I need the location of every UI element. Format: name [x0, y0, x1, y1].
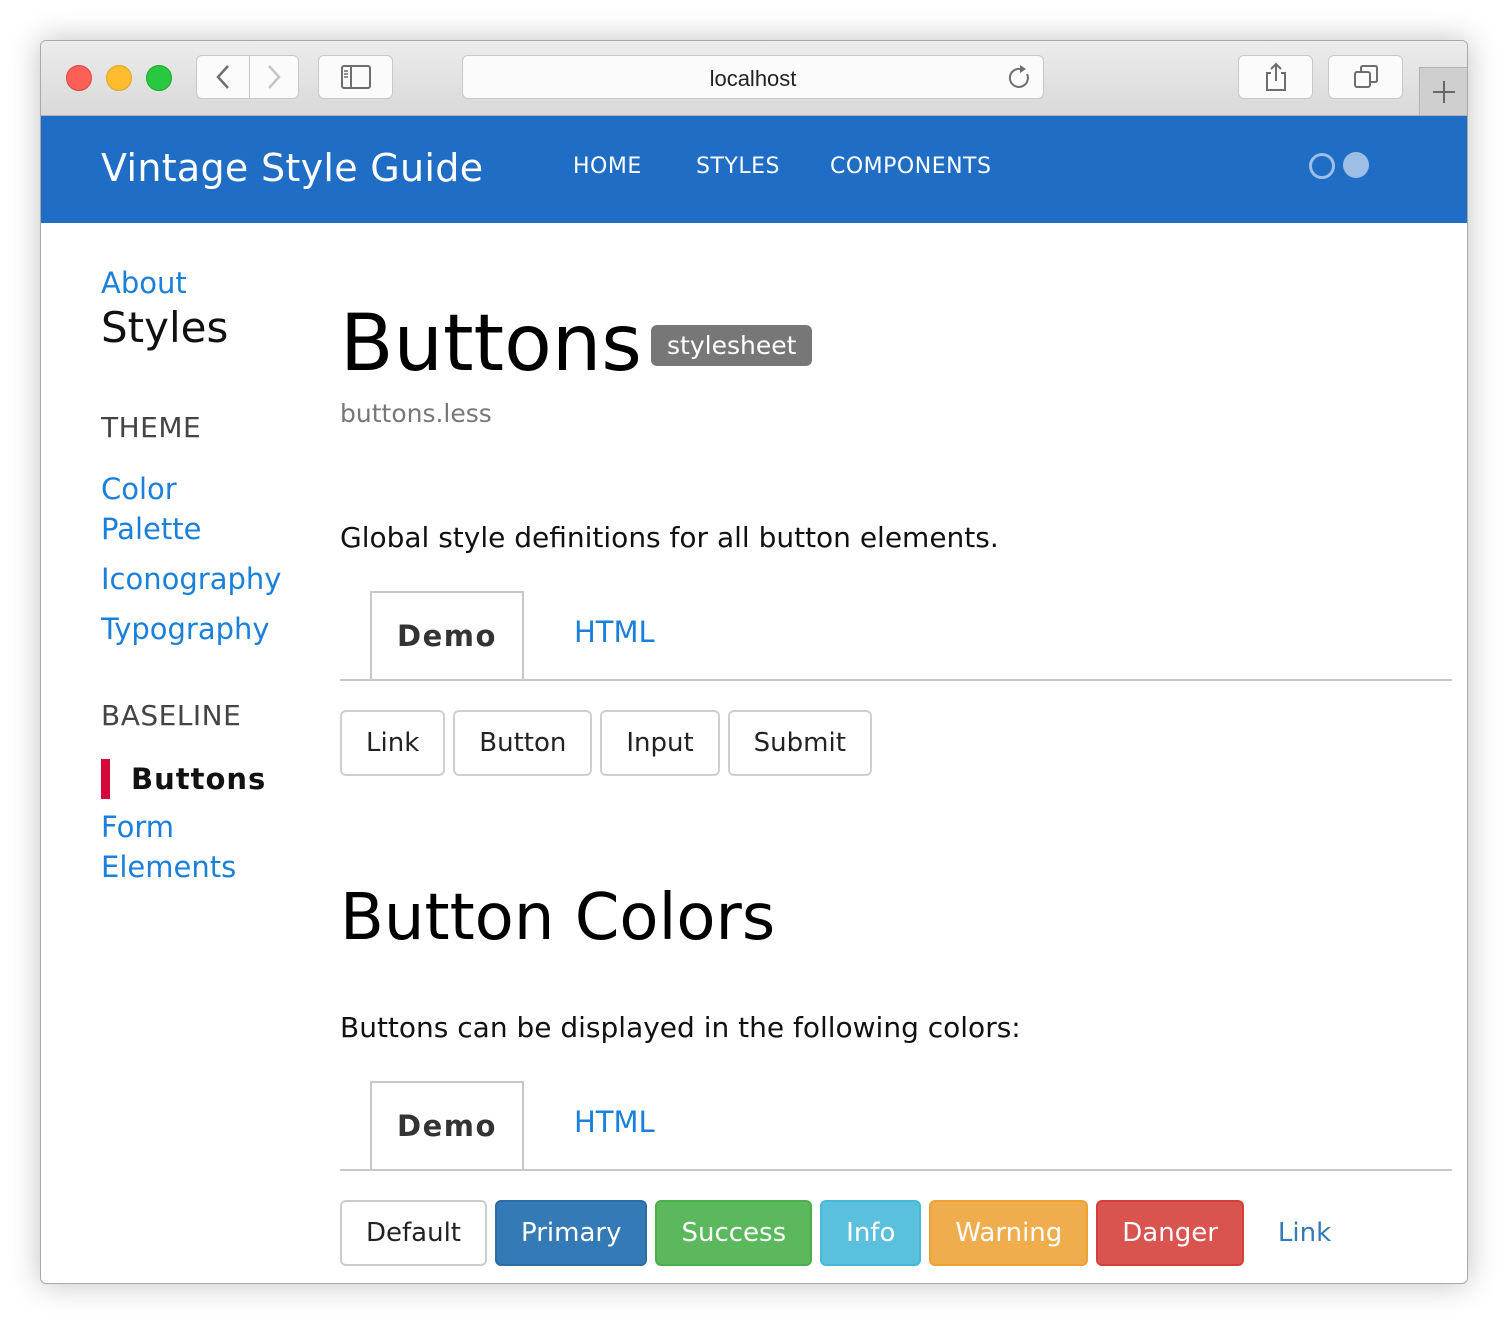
- sidebar-item-form-elements[interactable]: Form Elements: [101, 807, 241, 887]
- tab-html[interactable]: HTML: [574, 615, 655, 649]
- sidebar-icon: [340, 65, 371, 89]
- share-button[interactable]: [1238, 55, 1313, 99]
- nav-components[interactable]: COMPONENTS: [830, 154, 991, 179]
- back-button[interactable]: [196, 55, 250, 99]
- reload-icon[interactable]: [1007, 64, 1033, 92]
- site-navbar: Vintage Style Guide HOME STYLES COMPONEN…: [41, 116, 1467, 223]
- new-tab-button[interactable]: [1419, 67, 1467, 115]
- address-bar[interactable]: localhost: [462, 55, 1044, 99]
- warning-button[interactable]: Warning: [929, 1200, 1089, 1266]
- default-button[interactable]: Default: [340, 1200, 487, 1266]
- sidebar-item-buttons[interactable]: Buttons: [101, 759, 266, 799]
- theme-toggle-on-icon[interactable]: [1343, 152, 1369, 178]
- minimize-window-button[interactable]: [106, 65, 132, 91]
- primary-button[interactable]: Primary: [495, 1200, 648, 1266]
- sidebar-item-typography[interactable]: Typography: [101, 609, 270, 649]
- sidebar-current-section: Styles: [101, 303, 229, 352]
- success-button[interactable]: Success: [655, 1200, 813, 1266]
- stylesheet-badge: stylesheet: [651, 325, 813, 366]
- source-file: buttons.less: [340, 399, 492, 428]
- sidebar-heading-baseline: BASELINE: [101, 699, 242, 732]
- forward-button[interactable]: [249, 55, 299, 99]
- zoom-window-button[interactable]: [146, 65, 172, 91]
- demo-input-button[interactable]: Input: [600, 710, 720, 776]
- button-colors-demo: Default Primary Success Info Warning Dan…: [340, 1200, 1357, 1266]
- info-button[interactable]: Info: [820, 1200, 922, 1266]
- show-tabs-button[interactable]: [1328, 55, 1403, 99]
- tab-html[interactable]: HTML: [574, 1105, 655, 1139]
- demo-button-button[interactable]: Button: [453, 710, 593, 776]
- nav-home[interactable]: HOME: [573, 154, 642, 179]
- danger-button[interactable]: Danger: [1096, 1200, 1244, 1266]
- url-text: localhost: [709, 66, 797, 91]
- demo-submit-button[interactable]: Submit: [727, 710, 872, 776]
- tabs-icon: [1353, 65, 1378, 88]
- page-title: Buttons: [340, 299, 642, 389]
- browser-toolbar: localhost: [41, 41, 1467, 116]
- back-icon: [216, 65, 229, 89]
- forward-icon: [268, 65, 281, 89]
- section-title-button-colors: Button Colors: [340, 881, 776, 955]
- nav-styles[interactable]: STYLES: [696, 154, 780, 179]
- tab-demo[interactable]: Demo: [370, 591, 524, 679]
- page-description: Global style definitions for all button …: [340, 521, 999, 554]
- close-window-button[interactable]: [66, 65, 92, 91]
- theme-toggle-off-icon[interactable]: [1309, 153, 1335, 179]
- colors-tabs: Demo HTML: [340, 1081, 1452, 1171]
- sidebar-item-buttons-label: Buttons: [131, 762, 267, 796]
- sidebar-item-color-palette[interactable]: Color Palette: [101, 469, 241, 549]
- button-types-demo: Link Button Input Submit: [340, 710, 872, 776]
- sidebar-toggle-button[interactable]: [318, 55, 393, 99]
- sidebar-item-iconography[interactable]: Iconography: [101, 559, 281, 599]
- section-description: Buttons can be displayed in the followin…: [340, 1011, 1021, 1044]
- buttons-tabs: Demo HTML: [340, 591, 1452, 681]
- link-button[interactable]: Link: [1252, 1200, 1357, 1266]
- sidebar-item-about[interactable]: About: [101, 263, 187, 303]
- sidebar-heading-theme: THEME: [101, 411, 202, 444]
- share-icon: [1265, 62, 1286, 91]
- tab-demo[interactable]: Demo: [370, 1081, 524, 1169]
- new-tab-icon: [1432, 80, 1455, 103]
- site-brand[interactable]: Vintage Style Guide: [101, 146, 483, 190]
- demo-link-button[interactable]: Link: [340, 710, 446, 776]
- active-indicator: [101, 759, 110, 799]
- browser-window: localhost Vintage Style Guide HOME STYLE…: [40, 40, 1468, 1284]
